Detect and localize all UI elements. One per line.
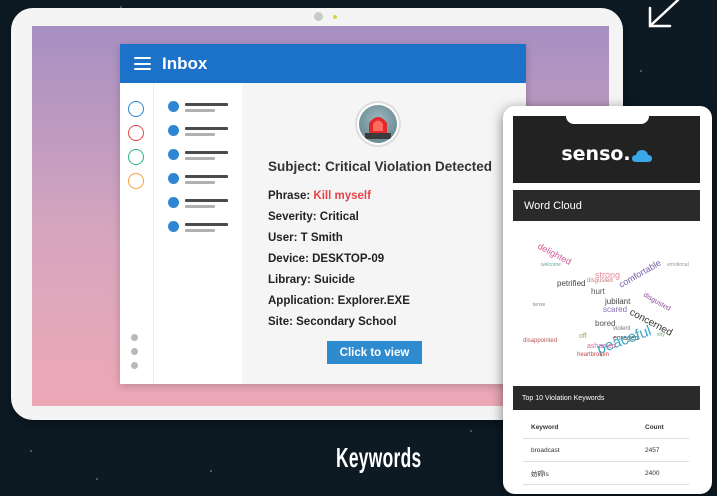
table-row: 妨碍ls 2400	[523, 462, 689, 485]
word: heartbroken	[577, 352, 609, 358]
word: disappointed	[523, 338, 557, 344]
message-subject: Subject: Critical Violation Detected	[268, 159, 493, 174]
svg-text:emotional: emotional	[667, 262, 689, 268]
folder-blue[interactable]	[128, 101, 144, 117]
folder-orange[interactable]	[128, 173, 144, 189]
field-site: Site: Secondary School	[268, 316, 397, 328]
inbox-title: Inbox	[162, 53, 208, 73]
word: comfortable	[617, 258, 663, 290]
word: hurt	[591, 287, 606, 296]
field-user: User: T Smith	[268, 232, 343, 244]
word: disgusted	[642, 292, 672, 313]
keywords-caption: Keywords	[336, 442, 422, 473]
more-dot[interactable]	[131, 334, 138, 341]
inbox-window: Inbox Subject: Critical Violation Detect…	[120, 44, 526, 384]
more-dot[interactable]	[131, 348, 138, 355]
field-library: Library: Suicide	[268, 274, 355, 286]
message-detail: Subject: Critical Violation Detected Phr…	[242, 83, 526, 384]
field-application: Application: Explorer.EXE	[268, 295, 410, 307]
field-device: Device: DESKTOP-09	[268, 253, 385, 265]
word: petrified	[557, 279, 585, 288]
cloud-icon	[631, 149, 652, 162]
senso-header: senso.	[513, 116, 700, 183]
word: off	[579, 333, 587, 340]
folder-red[interactable]	[128, 125, 144, 141]
word-cloud: delighted comfortable petrified disguste…	[523, 241, 689, 358]
field-phrase: Phrase: Kill myself	[268, 190, 371, 202]
click-to-view-button[interactable]: Click to view	[327, 341, 422, 364]
alarm-icon	[355, 101, 401, 147]
message-list	[154, 83, 242, 384]
table-row: broadcast 2457	[523, 439, 689, 462]
keywords-table: Keyword Count broadcast 2457 妨碍ls 2400	[523, 416, 689, 485]
svg-text:shy: shy	[657, 332, 665, 338]
field-severity: Severity: Critical	[268, 211, 359, 223]
menu-icon[interactable]	[134, 57, 151, 70]
phone-device: senso. Word Cloud delighted comfortable …	[503, 106, 712, 494]
arrow-icon	[648, 0, 680, 28]
word: ashamed	[587, 343, 616, 350]
svg-text:welcome: welcome	[541, 262, 561, 268]
word: strong	[595, 270, 620, 280]
senso-logo: senso.	[561, 143, 652, 165]
keywords-table-header: Top 10 Violation Keywords	[513, 386, 700, 410]
word: scared	[603, 305, 627, 314]
svg-text:tense: tense	[533, 302, 545, 308]
more-dot[interactable]	[131, 362, 138, 369]
word-cloud-header: Word Cloud	[513, 190, 700, 221]
folder-green[interactable]	[128, 149, 144, 165]
table-header-row: Keyword Count	[523, 416, 689, 439]
folder-column	[120, 83, 154, 384]
inbox-titlebar: Inbox	[120, 44, 526, 83]
word: violent	[613, 326, 631, 332]
